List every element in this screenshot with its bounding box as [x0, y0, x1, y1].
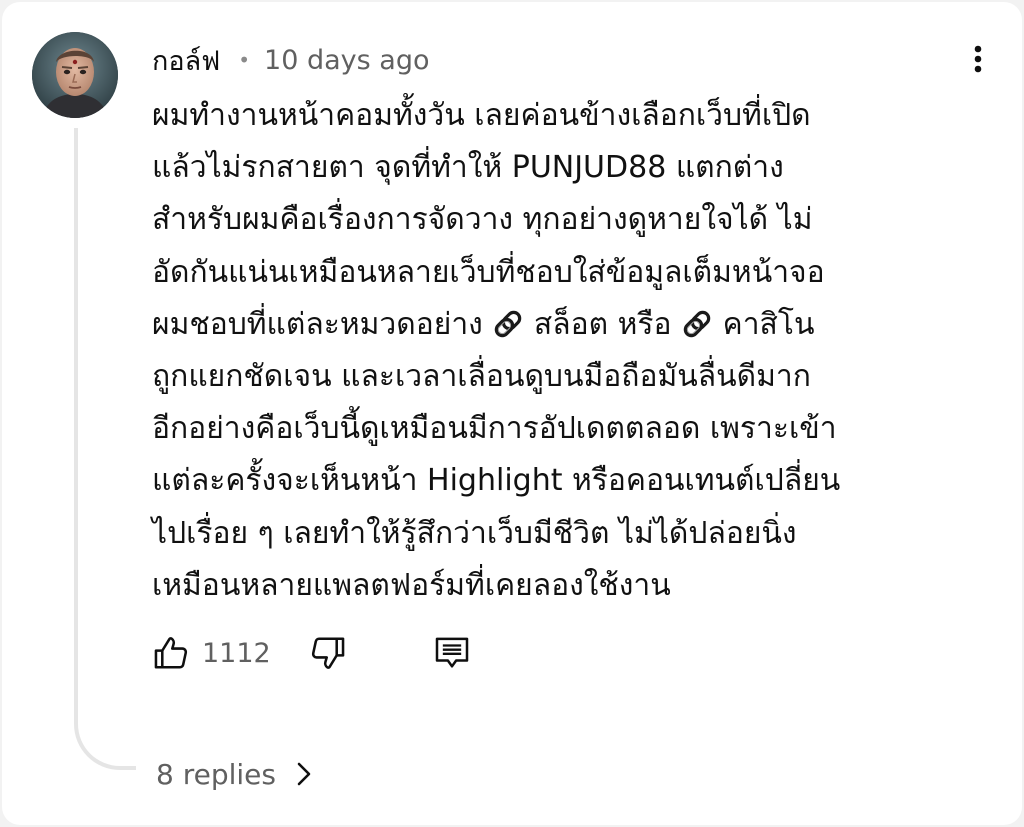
like-button[interactable]	[150, 632, 192, 674]
comment-header: กอล์ฟ • 10 days ago	[152, 40, 430, 80]
comment-line: เหมือนหลายแพลตฟอร์มที่เคยลองใช้งาน	[152, 567, 671, 603]
reply-thread-line	[74, 128, 136, 770]
like-count: 1112	[202, 637, 271, 669]
thumbs-down-icon	[311, 637, 345, 669]
avatar[interactable]	[32, 32, 118, 118]
comment-line: สำหรับผมคือเรื่องการจัดวาง ทุกอย่างดูหาย…	[152, 202, 813, 238]
replies-label: 8 replies	[156, 757, 276, 791]
link-emoji-icon	[495, 310, 522, 338]
comment-line-with-emoji: ผมชอบที่แต่ละหมวดอย่าง สล็อต หรือ คาสิโน	[152, 299, 952, 351]
comment-line: แต่ละครั้งจะเห็นหน้า Highlight หรือคอนเท…	[152, 463, 841, 499]
dislike-button[interactable]	[307, 632, 349, 674]
timestamp[interactable]: 10 days ago	[264, 45, 429, 76]
vertical-dots-icon	[974, 45, 982, 73]
comment-actions: 1112	[150, 630, 473, 676]
comment-line: แล้วไม่รกสายตา จุดที่ทำให้ PUNJUD88 แตกต…	[152, 150, 784, 186]
thumbs-up-icon	[154, 637, 188, 669]
view-replies-button[interactable]: 8 replies	[156, 752, 312, 796]
comment-line-part: ผมชอบที่แต่ละหมวดอย่าง	[152, 306, 493, 342]
comment-line-part: สล็อต หรือ	[524, 306, 682, 342]
comment-line: อัดกันแน่นเหมือนหลายเว็บที่ชอบใส่ข้อมูลเ…	[152, 254, 825, 290]
comment-line: ไปเรื่อย ๆ เลยทำให้รู้สึกว่าเว็บมีชีวิต …	[152, 515, 797, 551]
comment-text: ผมทำงานหน้าคอมทั้งวัน เลยค่อนข้างเลือกเว…	[152, 90, 952, 612]
chevron-right-icon	[297, 762, 311, 786]
reply-button[interactable]	[431, 632, 473, 674]
comment-line: ผมทำงานหน้าคอมทั้งวัน เลยค่อนข้างเลือกเว…	[152, 98, 811, 133]
comment-icon	[435, 637, 468, 668]
author-name[interactable]: กอล์ฟ	[152, 39, 220, 82]
link-emoji-icon	[683, 310, 711, 338]
comment-line: อีกอย่างคือเว็บนี้ดูเหมือนมีการอัปเดตตลอ…	[152, 411, 837, 447]
avatar-image	[32, 32, 118, 118]
more-options-button[interactable]	[960, 38, 996, 80]
comment-card: กอล์ฟ • 10 days ago ผมทำงานหน้าคอมทั้งวั…	[2, 2, 1022, 825]
header-separator: •	[238, 48, 251, 72]
comment-line: ถูกแยกชัดเจน และเวลาเลื่อนดูบนมือถือมันล…	[152, 359, 811, 395]
comment-line-part: คาสิโน	[713, 306, 815, 342]
